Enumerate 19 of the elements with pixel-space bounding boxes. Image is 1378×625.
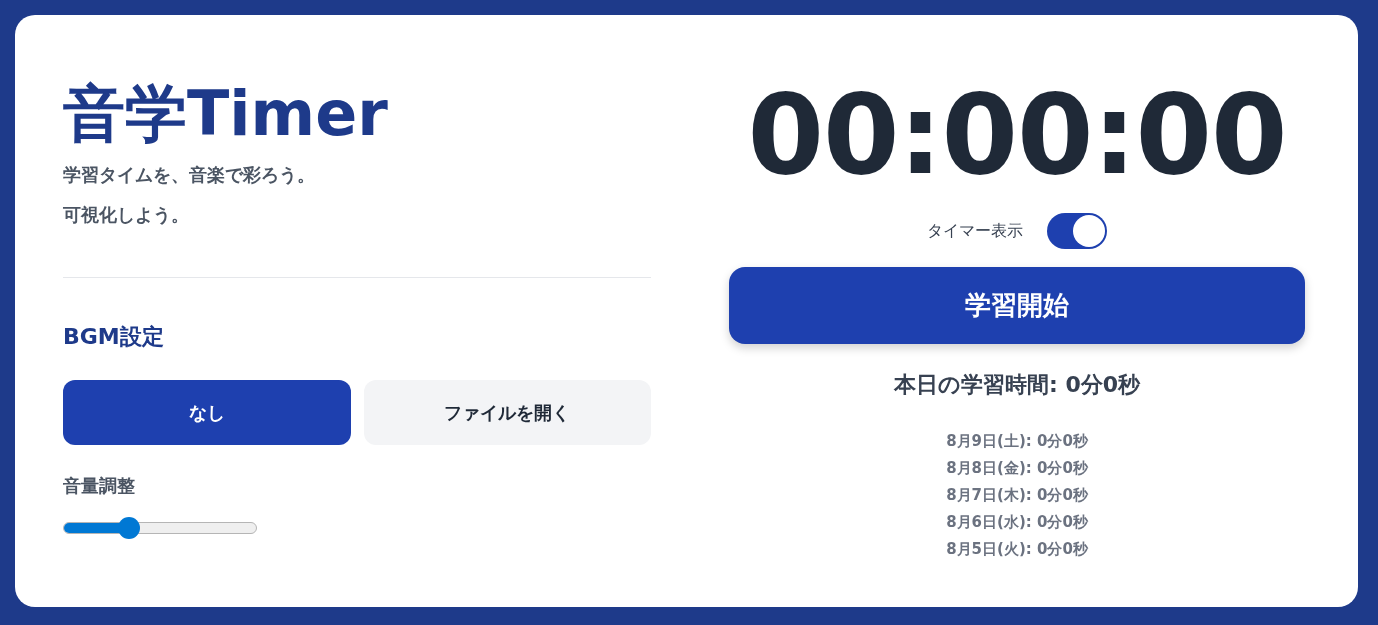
timer-display: 00:00:00	[747, 80, 1287, 190]
app-title: 音学Timer	[63, 77, 388, 152]
volume-slider-thumb[interactable]	[118, 517, 141, 540]
history-entry: 8月9日(土): 0分0秒	[946, 431, 1088, 452]
tagline: 学習タイムを、音楽で彩ろう。	[63, 163, 315, 188]
timer-display-toggle[interactable]	[1047, 213, 1107, 249]
history-entry: 8月8日(金): 0分0秒	[946, 458, 1088, 479]
tagline: 可視化しよう。	[63, 203, 189, 228]
today-total-text: 本日の学習時間: 0分0秒	[893, 371, 1141, 399]
bgm-heading: BGM設定	[63, 323, 164, 352]
bgm-option-button[interactable]: なし	[63, 380, 351, 446]
bgm-option-button[interactable]: ファイルを開く	[363, 380, 651, 446]
history-entry: 8月6日(水): 0分0秒	[946, 512, 1088, 533]
history-entry: 8月7日(木): 0分0秒	[946, 485, 1088, 506]
toggle-label: タイマー表示	[927, 220, 1023, 242]
start-study-button[interactable]: 学習開始	[729, 267, 1305, 344]
volume-slider-track[interactable]	[63, 522, 257, 535]
volume-label: 音量調整	[63, 474, 135, 499]
history-entry: 8月5日(火): 0分0秒	[946, 539, 1088, 560]
